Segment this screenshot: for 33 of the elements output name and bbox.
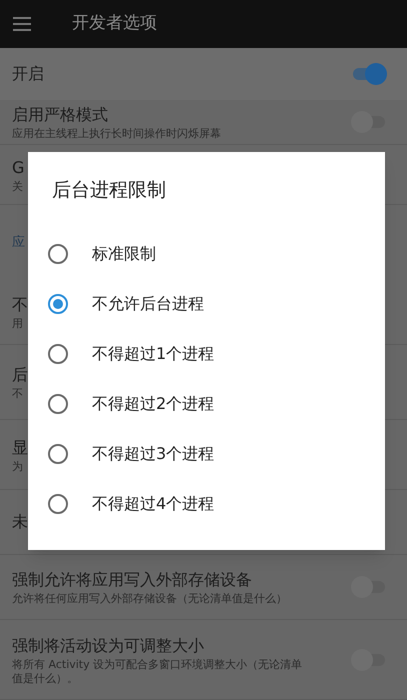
- option-label[interactable]: 不允许后台进程: [92, 292, 204, 316]
- setting-subtitle: 应用在主线程上执行长时间操作时闪烁屏幕: [12, 127, 221, 141]
- setting-subtitle: 关: [12, 180, 24, 194]
- radio-button[interactable]: [48, 344, 68, 364]
- setting-title: 后: [12, 364, 28, 386]
- setting-title: 强制将活动设为可调整大小: [12, 634, 205, 656]
- radio-button[interactable]: [48, 294, 68, 314]
- option-label[interactable]: 标准限制: [92, 242, 156, 266]
- toggle-switch[interactable]: [351, 63, 387, 85]
- radio-button[interactable]: [48, 494, 68, 514]
- option-label[interactable]: 不得超过2个进程: [92, 392, 214, 416]
- radio-button[interactable]: [48, 244, 68, 264]
- setting-subtitle: 允许将任何应用写入外部存储设备（无论清单值是什么）: [12, 592, 287, 606]
- setting-title: 显: [12, 436, 28, 458]
- radio-button[interactable]: [48, 444, 68, 464]
- setting-title: 开启: [12, 63, 44, 85]
- dialog-title: 后台进程限制: [52, 178, 167, 203]
- setting-title: 强制允许将应用写入外部存储设备: [12, 569, 253, 591]
- setting-subtitle: 用: [12, 317, 24, 331]
- option-label[interactable]: 不得超过1个进程: [92, 342, 214, 366]
- setting-title: 未: [12, 511, 28, 533]
- setting-subtitle: 为: [12, 460, 24, 474]
- setting-title: G: [12, 156, 24, 178]
- menu-icon[interactable]: [12, 16, 32, 32]
- screen-title: 开发者选项: [72, 12, 157, 36]
- setting-subtitle: 将所有 Activity 设为可配合多窗口环境调整大小（无论清单值是什么）。: [12, 658, 304, 686]
- setting-title: 不: [12, 294, 28, 316]
- option-label[interactable]: 不得超过3个进程: [92, 442, 214, 466]
- section-header: 应: [12, 234, 25, 252]
- setting-title: 启用严格模式: [12, 104, 109, 126]
- setting-subtitle: 不: [12, 387, 24, 401]
- option-label[interactable]: 不得超过4个进程: [92, 492, 214, 516]
- radio-button[interactable]: [48, 394, 68, 414]
